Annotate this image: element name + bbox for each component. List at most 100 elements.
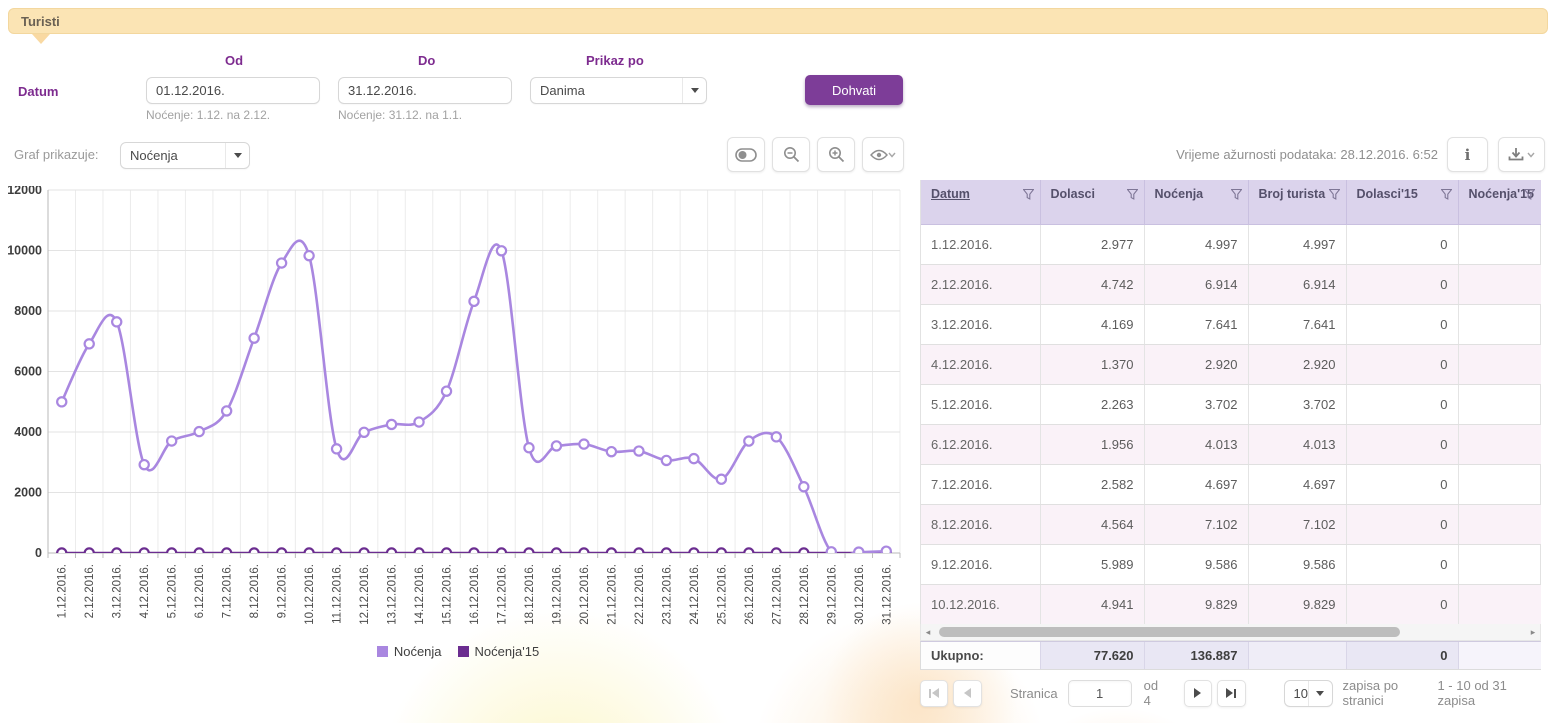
info-icon: i xyxy=(1465,146,1471,164)
table-row[interactable]: 7.12.2016.2.5824.6974.6970 xyxy=(921,464,1541,504)
table-row[interactable]: 6.12.2016.1.9564.0134.0130 xyxy=(921,424,1541,464)
table-cell xyxy=(1458,224,1541,264)
zoom-out-icon xyxy=(783,146,800,163)
prikaz-po-select[interactable]: Danima xyxy=(530,77,707,104)
filter-icon[interactable] xyxy=(1023,189,1034,200)
graf-series-select[interactable]: Noćenja xyxy=(120,142,250,169)
table-row[interactable]: 2.12.2016.4.7426.9146.9140 xyxy=(921,264,1541,304)
table-cell: 0 xyxy=(1346,504,1458,544)
table-cell xyxy=(1458,504,1541,544)
table-row[interactable]: 9.12.2016.5.9899.5869.5860 xyxy=(921,544,1541,584)
table-cell: 2.12.2016. xyxy=(921,264,1040,304)
first-page-button[interactable] xyxy=(920,680,948,707)
svg-text:0: 0 xyxy=(35,546,42,560)
svg-text:21.12.2016.: 21.12.2016. xyxy=(606,564,618,625)
table-cell: 8.12.2016. xyxy=(921,504,1040,544)
table-cell: 7.641 xyxy=(1248,304,1346,344)
table-cell: 1.956 xyxy=(1040,424,1144,464)
totals-cell: 77.620 xyxy=(1040,642,1144,669)
legend-swatch xyxy=(458,646,469,657)
table-cell: 0 xyxy=(1346,224,1458,264)
table-row[interactable]: 4.12.2016.1.3702.9202.9200 xyxy=(921,344,1541,384)
scroll-right-icon[interactable]: ▸ xyxy=(1526,624,1540,640)
page-number-input[interactable] xyxy=(1068,680,1132,707)
scrollbar-thumb[interactable] xyxy=(939,627,1400,637)
table-row[interactable]: 3.12.2016.4.1697.6417.6410 xyxy=(921,304,1541,344)
chart-visibility-button[interactable] xyxy=(862,137,904,172)
chevron-down-icon xyxy=(888,152,896,158)
nocenja-line-chart[interactable]: 0200040006000800010000120001.12.2016.2.1… xyxy=(8,186,908,644)
table-cell: 5.989 xyxy=(1040,544,1144,584)
table-cell xyxy=(1458,424,1541,464)
table-cell: 2.582 xyxy=(1040,464,1144,504)
table-row[interactable]: 1.12.2016.2.9774.9974.9970 xyxy=(921,224,1541,264)
filter-icon[interactable] xyxy=(1441,189,1452,200)
table-cell xyxy=(1458,584,1541,624)
column-header[interactable]: Broj turista xyxy=(1248,180,1346,224)
last-page-button[interactable] xyxy=(1217,680,1245,707)
next-page-button[interactable] xyxy=(1184,680,1212,707)
legend-item[interactable]: Noćenja xyxy=(377,644,442,659)
filter-icon[interactable] xyxy=(1231,189,1242,200)
prev-page-button[interactable] xyxy=(953,680,981,707)
column-header[interactable]: Dolasci xyxy=(1040,180,1144,224)
chart-legend: Noćenja Noćenja'15 xyxy=(8,644,908,659)
graf-series-value: Noćenja xyxy=(121,148,225,163)
page-size-label: zapisa po stranici xyxy=(1343,678,1438,708)
panel-title: Turisti xyxy=(21,14,60,29)
info-button[interactable]: i xyxy=(1447,137,1488,172)
scroll-left-icon[interactable]: ◂ xyxy=(921,624,935,640)
od-label: Od xyxy=(225,53,243,68)
svg-text:20.12.2016.: 20.12.2016. xyxy=(579,564,591,625)
column-header[interactable]: Datum xyxy=(921,180,1040,224)
filter-icon[interactable] xyxy=(1127,189,1138,200)
svg-text:2000: 2000 xyxy=(14,486,42,500)
svg-text:11.12.2016.: 11.12.2016. xyxy=(332,564,344,624)
table-cell: 4.997 xyxy=(1144,224,1248,264)
legend-label: Noćenja xyxy=(394,644,442,659)
legend-item[interactable]: Noćenja'15 xyxy=(458,644,540,659)
grid-pager: Stranica od 4 10 zapisa po stranici 1 - … xyxy=(920,678,1542,708)
svg-text:13.12.2016.: 13.12.2016. xyxy=(387,564,399,625)
table-cell xyxy=(1458,544,1541,584)
table-row[interactable]: 10.12.2016.4.9419.8299.8290 xyxy=(921,584,1541,624)
panel-header[interactable]: Turisti xyxy=(8,8,1548,34)
grid-header-row: DatumDolasciNoćenjaBroj turistaDolasci'1… xyxy=(921,180,1541,224)
totals-cell xyxy=(1458,642,1541,669)
filter-icon[interactable] xyxy=(1329,189,1340,200)
table-cell: 4.997 xyxy=(1248,224,1346,264)
column-header[interactable]: Noćenja'15 xyxy=(1458,180,1541,224)
table-cell: 4.013 xyxy=(1248,424,1346,464)
totals-row: Ukupno:77.620136.8870 xyxy=(921,642,1541,669)
zoom-in-button[interactable] xyxy=(817,137,855,172)
table-row[interactable]: 8.12.2016.4.5647.1027.1020 xyxy=(921,504,1541,544)
svg-text:26.12.2016.: 26.12.2016. xyxy=(744,564,756,625)
page-size-select[interactable]: 10 xyxy=(1284,680,1333,707)
od-hint: Noćenje: 1.12. na 2.12. xyxy=(146,108,270,122)
table-cell: 4.013 xyxy=(1144,424,1248,464)
column-header[interactable]: Dolasci'15 xyxy=(1346,180,1458,224)
table-cell: 0 xyxy=(1346,464,1458,504)
svg-text:22.12.2016.: 22.12.2016. xyxy=(634,564,646,625)
data-grid: DatumDolasciNoćenjaBroj turistaDolasci'1… xyxy=(920,180,1541,625)
grid-horizontal-scrollbar[interactable]: ◂ ▸ xyxy=(920,624,1541,641)
table-cell: 4.697 xyxy=(1144,464,1248,504)
table-cell: 4.12.2016. xyxy=(921,344,1040,384)
table-cell: 10.12.2016. xyxy=(921,584,1040,624)
column-header[interactable]: Noćenja xyxy=(1144,180,1248,224)
date-to-input[interactable] xyxy=(339,78,512,103)
table-row[interactable]: 5.12.2016.2.2633.7023.7020 xyxy=(921,384,1541,424)
table-cell: 2.977 xyxy=(1040,224,1144,264)
dohvati-button[interactable]: Dohvati xyxy=(805,75,903,105)
chart-toggle-button[interactable] xyxy=(727,137,765,172)
svg-text:3.12.2016.: 3.12.2016. xyxy=(112,564,124,618)
svg-text:27.12.2016.: 27.12.2016. xyxy=(771,564,783,625)
zoom-out-button[interactable] xyxy=(772,137,810,172)
export-button[interactable] xyxy=(1498,137,1545,172)
svg-text:18.12.2016.: 18.12.2016. xyxy=(524,564,536,625)
totals-cell: 0 xyxy=(1346,642,1458,669)
table-cell: 0 xyxy=(1346,584,1458,624)
svg-text:14.12.2016.: 14.12.2016. xyxy=(414,564,426,625)
date-from-input[interactable] xyxy=(147,78,320,103)
filter-icon[interactable] xyxy=(1524,189,1535,200)
